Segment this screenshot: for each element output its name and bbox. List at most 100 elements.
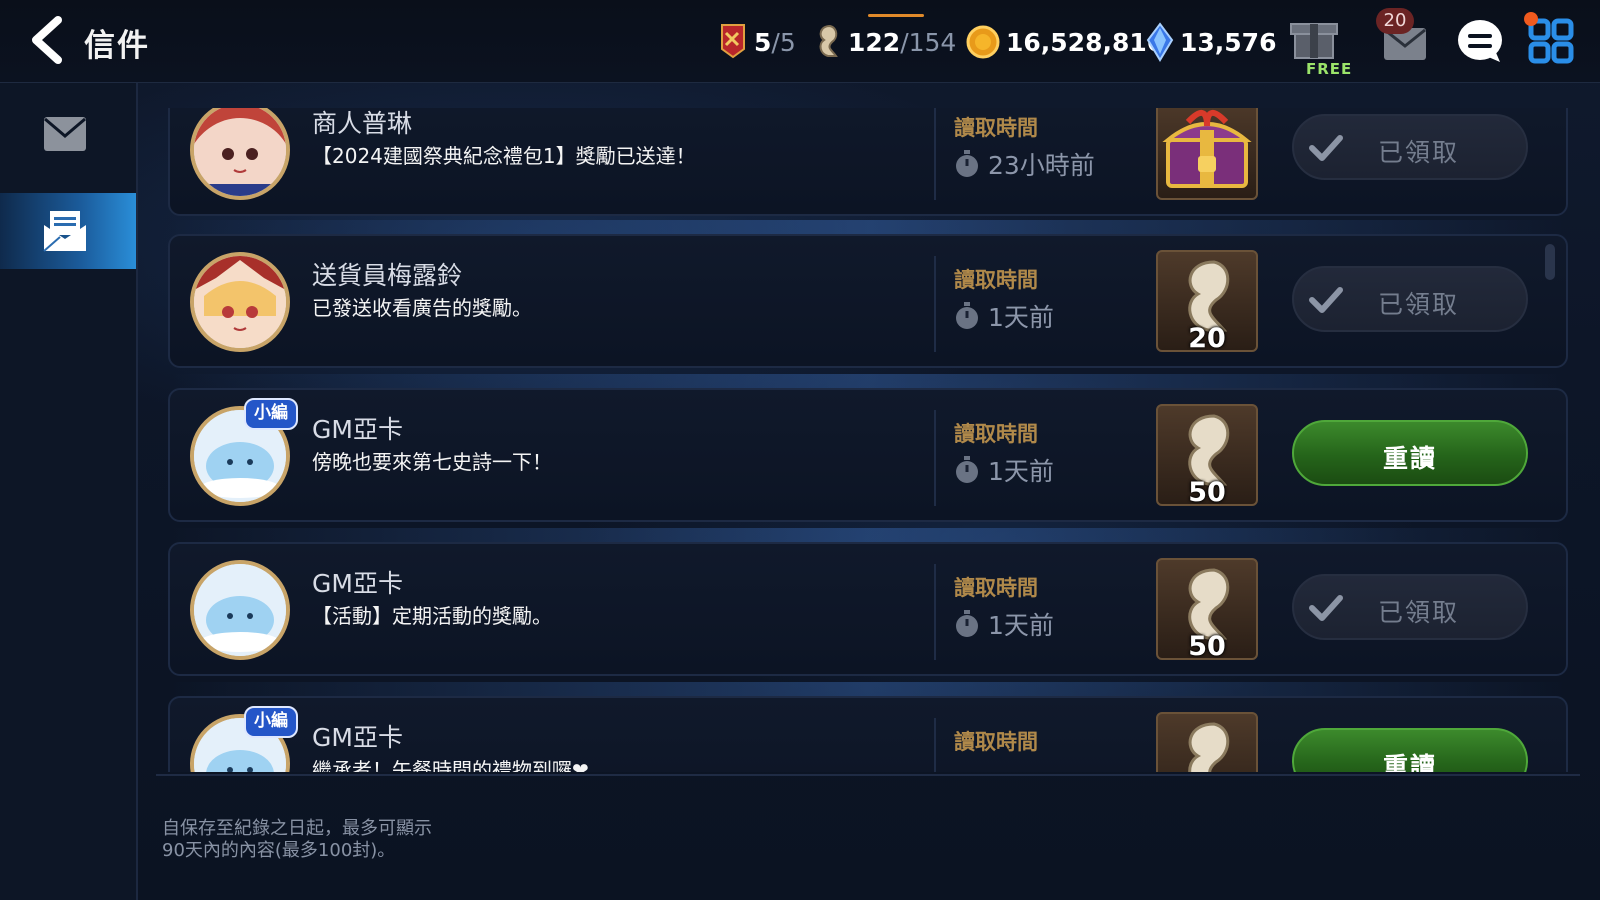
mail-item[interactable]: GM亞卡 【活動】定期活動的獎勵。 讀取時間 1天前 50 已領取: [168, 528, 1568, 676]
checkmark-icon: [1309, 595, 1343, 621]
battle-ticket-max: /5: [771, 27, 796, 57]
reward-item[interactable]: [1156, 108, 1258, 200]
read-time-label: 讀取時間: [954, 116, 1038, 140]
divider: [934, 256, 936, 352]
crystal-icon: [1146, 22, 1174, 62]
divider: [934, 718, 936, 772]
battle-ticket-counter[interactable]: 5 /5: [716, 22, 796, 62]
sender-name: 商人普琳: [312, 109, 413, 138]
mail-message: 傍晚也要來第七史詩一下！: [312, 450, 552, 474]
top-bar: 信件 5 /5 122 /154 16,528,816 13,576 FREE …: [0, 0, 1600, 83]
stamina-horse-icon: [1188, 722, 1230, 772]
avatar: [190, 108, 290, 200]
reward-item[interactable]: 50: [1156, 558, 1258, 660]
battle-ticket-value: 5: [754, 27, 772, 57]
editor-tag: 小編: [244, 706, 298, 738]
mail-item[interactable]: 小編 GM亞卡 傍晚也要來第七史詩一下！ 讀取時間 1天前 50 重讀: [168, 374, 1568, 522]
divider: [934, 410, 936, 506]
button-label: 已領取: [1378, 290, 1460, 319]
mail-item[interactable]: 小編 GM亞卡 繼承者！午餐時間的禮物到囉❤ 讀取時間 重讀: [168, 682, 1568, 772]
retention-note-line1: 自保存至紀錄之日起，最多可顯示: [162, 818, 432, 839]
free-label: FREE: [1306, 60, 1353, 78]
gold-counter[interactable]: 16,528,816: [966, 22, 1164, 62]
claimed-button[interactable]: 已領取: [1292, 114, 1528, 180]
stopwatch-icon: [956, 302, 978, 329]
checkmark-icon: [1309, 287, 1343, 313]
read-time-value: 1天前: [988, 303, 1054, 332]
chat-button[interactable]: [1456, 18, 1504, 64]
delivery-girl-avatar-icon: [194, 256, 286, 348]
list-bottom-divider: [156, 774, 1580, 776]
claimed-button[interactable]: 已領取: [1292, 266, 1528, 332]
reward-quantity: 50: [1188, 631, 1226, 660]
page-title: 信件: [84, 28, 150, 64]
editor-tag: 小編: [244, 398, 298, 430]
sender-name: GM亞卡: [312, 415, 403, 444]
reward-quantity: 50: [1188, 477, 1226, 506]
treasure-chest-icon: [1162, 110, 1252, 188]
read-time: 23小時前: [954, 146, 1095, 182]
stamina-horse-icon: [819, 24, 838, 57]
read-time-value: 1天前: [988, 457, 1054, 486]
claimed-button[interactable]: 已領取: [1292, 574, 1528, 640]
button-label: 重讀: [1382, 444, 1437, 473]
sender-name: GM亞卡: [312, 569, 403, 598]
sender-name: 送貨員梅露鈴: [312, 261, 463, 290]
avatar: [190, 252, 290, 352]
read-time-label: 讀取時間: [954, 268, 1038, 292]
divider: [934, 564, 936, 660]
retention-note: 自保存至紀錄之日起，最多可顯示 90天內的內容(最多100封)。: [162, 818, 432, 862]
reward-item[interactable]: 20: [1156, 250, 1258, 352]
read-time-label: 讀取時間: [954, 422, 1038, 446]
grid-menu-icon: [1528, 18, 1574, 64]
gold-coin-icon: [966, 25, 1000, 59]
read-time-label: 讀取時間: [954, 730, 1038, 754]
mail-message: 【活動】定期活動的獎勵。: [312, 604, 552, 628]
button-label: 已領取: [1378, 138, 1460, 167]
stopwatch-icon: [956, 456, 978, 483]
chat-bubble-icon: [1458, 20, 1502, 62]
open-envelope-icon: [43, 211, 86, 252]
envelope-icon: [44, 117, 86, 151]
stamina-max: /154: [900, 27, 957, 57]
read-time: 1天前: [954, 606, 1054, 642]
avatar: [190, 560, 290, 660]
retention-note-line2: 90天內的內容(最多100封)。: [162, 840, 396, 861]
crystal-counter[interactable]: 13,576: [1146, 22, 1276, 62]
reread-button[interactable]: 重讀: [1292, 728, 1528, 772]
chevron-left-icon: [32, 16, 62, 64]
reread-button[interactable]: 重讀: [1292, 420, 1528, 486]
tab-inbox[interactable]: [0, 97, 136, 173]
read-time-label: 讀取時間: [954, 576, 1038, 600]
notification-dot: [1524, 12, 1538, 26]
stamina-value: 122: [848, 27, 901, 57]
reward-quantity: 20: [1188, 323, 1226, 352]
back-button[interactable]: [22, 16, 70, 64]
button-label: 重讀: [1382, 752, 1437, 772]
tab-read-mail[interactable]: [0, 193, 136, 269]
mail-item[interactable]: 送貨員梅露鈴 已發送收看廣告的獎勵。 讀取時間 1天前 20 已領取: [168, 220, 1568, 368]
mail-message: 已發送收看廣告的獎勵。: [312, 296, 532, 320]
mail-list[interactable]: 商人普琳 【2024建國祭典紀念禮包1】獎勵已送達！ 讀取時間 23小時前 已領…: [160, 108, 1574, 772]
sender-name: GM亞卡: [312, 723, 403, 752]
mail-item[interactable]: 商人普琳 【2024建國祭典紀念禮包1】獎勵已送達！ 讀取時間 23小時前 已領…: [168, 108, 1568, 216]
crystal-value: 13,576: [1180, 27, 1277, 57]
stamina-counter[interactable]: 122 /154: [812, 22, 956, 62]
read-time: 1天前: [954, 452, 1054, 488]
list-scrollbar[interactable]: [1545, 244, 1555, 280]
battle-flag-icon: [721, 24, 745, 59]
stamina-progress: [868, 14, 924, 17]
reward-item[interactable]: [1156, 712, 1258, 772]
main-menu-button[interactable]: [1528, 18, 1574, 64]
read-time: 1天前: [954, 298, 1054, 334]
stopwatch-icon: [956, 610, 978, 637]
mail-message: 【2024建國祭典紀念禮包1】獎勵已送達！: [312, 144, 696, 168]
mail-message: 繼承者！午餐時間的禮物到囉❤: [312, 758, 589, 772]
mail-count-badge: 20: [1376, 8, 1414, 34]
read-time-value: 23小時前: [988, 151, 1095, 180]
divider: [934, 108, 936, 200]
stopwatch-icon: [956, 150, 978, 177]
merchant-avatar-icon: [194, 108, 286, 196]
reward-item[interactable]: 50: [1156, 404, 1258, 506]
sidebar: [0, 83, 138, 900]
